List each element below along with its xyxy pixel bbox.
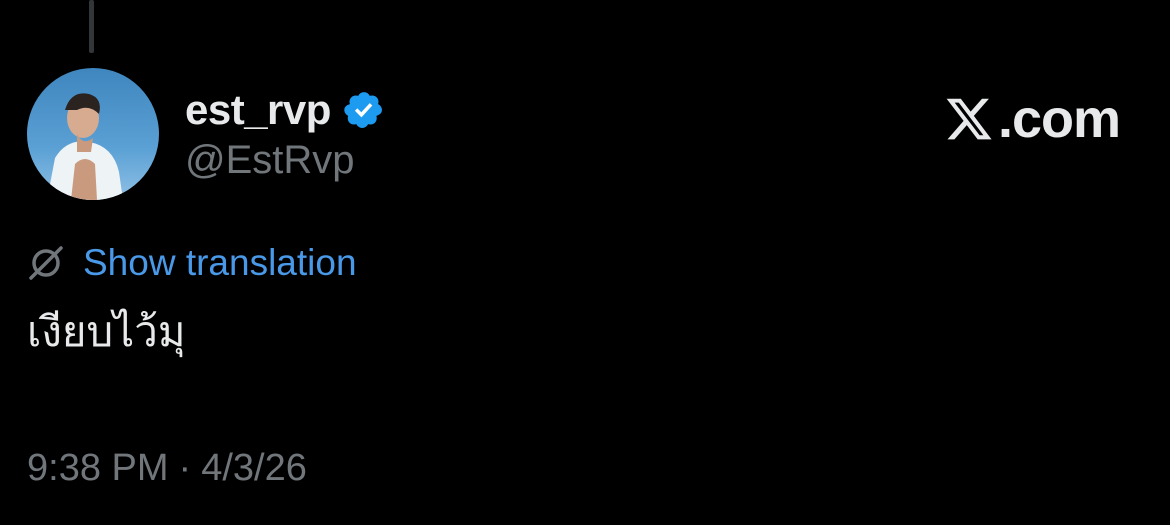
show-translation-link[interactable]: Show translation xyxy=(83,242,357,284)
translation-row: Show translation xyxy=(27,240,357,286)
brand-watermark: .com xyxy=(943,88,1121,150)
timestamp-separator: · xyxy=(178,447,192,489)
brand-domain-text: .com xyxy=(997,89,1121,149)
tweet-text: เงียบไว้มุ xyxy=(27,308,186,355)
display-name-row: est_rvp xyxy=(185,84,385,136)
display-name[interactable]: est_rvp xyxy=(185,86,331,134)
avatar-photo xyxy=(27,68,159,200)
tweet-date[interactable]: 4/3/26 xyxy=(201,447,307,490)
x-logo-icon xyxy=(943,94,995,144)
tweet-time[interactable]: 9:38 PM xyxy=(27,447,169,490)
verified-badge-icon xyxy=(343,89,385,131)
avatar[interactable] xyxy=(27,68,159,200)
tweet-timestamp[interactable]: 9:38 PM · 4/3/26 xyxy=(27,447,307,490)
user-handle[interactable]: @EstRvp xyxy=(185,138,355,183)
globe-icon xyxy=(27,244,65,282)
thread-connector-line xyxy=(89,0,94,53)
